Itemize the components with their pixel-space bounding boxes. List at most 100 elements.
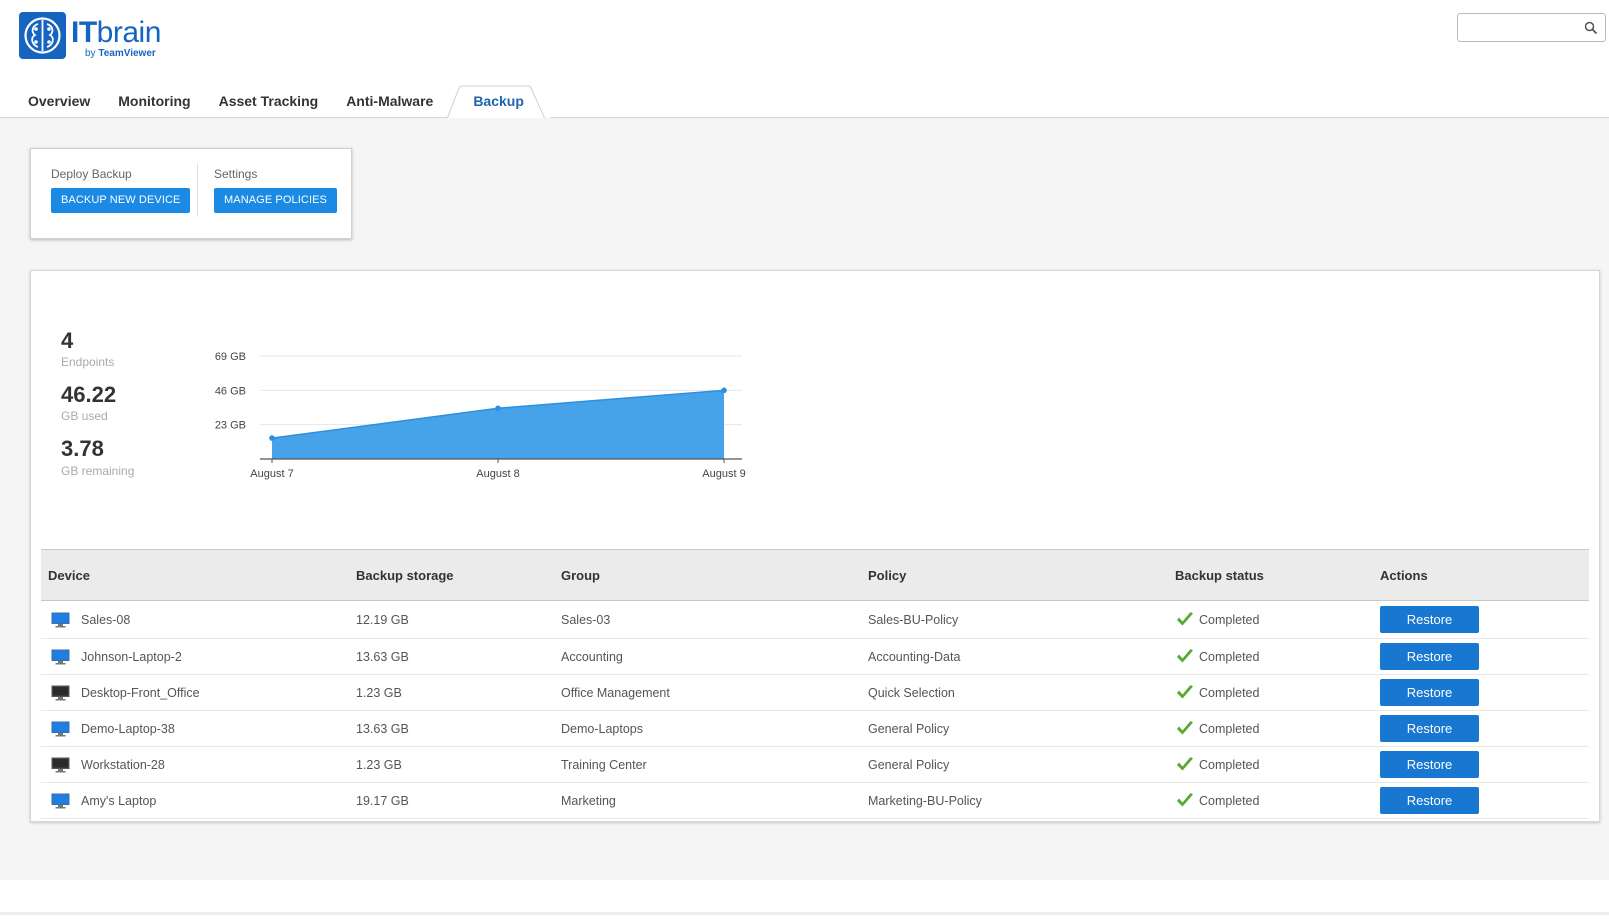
cell-group: Office Management	[554, 674, 861, 711]
status-text: Completed	[1199, 612, 1260, 627]
cell-group: Accounting	[554, 638, 861, 675]
cell-actions: Restore	[1373, 746, 1589, 783]
backup-stats: 4 Endpoints 46.22 GB used 3.78 GB remain…	[61, 328, 135, 492]
table-row[interactable]: Sales-08 12.19 GB Sales-03 Sales-BU-Policy C…	[41, 600, 1589, 639]
manage-policies-button[interactable]: MANAGE POLICIES	[214, 188, 337, 213]
device-name[interactable]: Sales-08	[81, 613, 130, 627]
checkmark-icon	[1176, 757, 1194, 772]
main-tabs: Overview Monitoring Asset Tracking Anti-…	[14, 85, 550, 119]
table-row[interactable]: Workstation-28 1.23 GB Training Center Gene…	[41, 746, 1589, 783]
cell-actions: Restore	[1373, 674, 1589, 711]
cell-policy: Quick Selection	[861, 674, 1168, 711]
stat-value: 4	[61, 328, 74, 353]
monitor-dark-icon	[51, 757, 70, 773]
column-header-device[interactable]: Device	[41, 550, 349, 601]
status-text: Completed	[1199, 757, 1260, 772]
restore-button[interactable]: Restore	[1380, 679, 1479, 706]
status-text: Completed	[1199, 649, 1260, 664]
cell-group: Marketing	[554, 782, 861, 819]
device-name[interactable]: Amy's Laptop	[81, 794, 156, 808]
monitor-blue-icon	[51, 793, 70, 809]
checkmark-icon	[1176, 612, 1194, 627]
cell-policy: Accounting-Data	[861, 638, 1168, 675]
cell-device: Desktop-Front_Office	[41, 674, 349, 711]
cell-policy: Sales-BU-Policy	[861, 600, 1168, 639]
chart-data-point[interactable]	[721, 387, 727, 394]
monitor-blue-icon	[51, 721, 70, 737]
stat-label: Endpoints	[61, 355, 115, 370]
cell-backup-status: Completed	[1168, 710, 1373, 747]
chart-data-point[interactable]	[495, 405, 501, 412]
tab-overview[interactable]: Overview	[14, 85, 104, 118]
checkmark-icon	[1176, 793, 1194, 808]
stat-gb-used: 46.22 GB used	[61, 382, 134, 423]
stat-label: GB remaining	[61, 463, 135, 478]
itbrain-logo[interactable]: ITbrain by TeamViewer	[19, 12, 161, 59]
cell-backup-storage: 1.23 GB	[349, 746, 554, 783]
cell-backup-storage: 13.63 GB	[349, 710, 554, 747]
tab-backup[interactable]: Backup	[447, 85, 550, 119]
table-row[interactable]: Desktop-Front_Office 1.23 GB Office Manage…	[41, 674, 1589, 711]
status-text: Completed	[1199, 685, 1260, 700]
x-tick-label: August 9	[702, 468, 745, 480]
device-name[interactable]: Johnson-Laptop-2	[81, 650, 182, 664]
restore-button[interactable]: Restore	[1380, 751, 1479, 778]
column-header-backup-status[interactable]: Backup status	[1168, 550, 1373, 601]
y-tick-label: 69 GB	[215, 351, 246, 363]
x-tick-label: August 8	[476, 468, 519, 480]
cell-backup-status: Completed	[1168, 600, 1373, 639]
cell-actions: Restore	[1373, 600, 1589, 639]
cell-backup-storage: 13.63 GB	[349, 638, 554, 675]
status-text: Completed	[1199, 793, 1260, 808]
backup-new-device-button[interactable]: BACKUP NEW DEVICE	[51, 188, 191, 213]
cell-backup-storage: 19.17 GB	[349, 782, 554, 819]
cell-device: Demo-Laptop-38	[41, 710, 349, 747]
tab-anti-malware[interactable]: Anti-Malware	[332, 85, 447, 118]
table-row[interactable]: Demo-Laptop-38 13.63 GB Demo-Laptops Genera…	[41, 710, 1589, 747]
app-header: ITbrain by TeamViewer Overview Monitorin…	[0, 0, 1609, 119]
restore-button[interactable]: Restore	[1380, 715, 1479, 742]
settings-label: Settings	[214, 167, 258, 181]
device-name[interactable]: Workstation-28	[81, 758, 165, 772]
devices-table: Device Backup storage Group Policy Backu…	[41, 549, 1589, 819]
cell-backup-status: Completed	[1168, 746, 1373, 783]
column-header-group[interactable]: Group	[554, 550, 861, 601]
column-header-backup-storage[interactable]: Backup storage	[349, 550, 554, 601]
cell-device: Johnson-Laptop-2	[41, 638, 349, 675]
stat-endpoints: 4 Endpoints	[61, 328, 134, 370]
restore-button[interactable]: Restore	[1380, 643, 1479, 670]
brain-logo-icon	[19, 12, 66, 59]
cell-backup-status: Completed	[1168, 674, 1373, 711]
stat-gb-remaining: 3.78 GB remaining	[61, 437, 135, 478]
settings-group: Settings MANAGE POLICIES	[214, 167, 337, 213]
chart-data-point[interactable]	[269, 435, 275, 441]
tab-monitoring[interactable]: Monitoring	[104, 85, 204, 118]
backup-actions-card: Deploy Backup BACKUP NEW DEVICE Settings…	[30, 148, 352, 239]
status-text: Completed	[1199, 721, 1260, 736]
cell-policy: General Policy	[861, 710, 1168, 747]
device-name[interactable]: Desktop-Front_Office	[81, 686, 200, 700]
cell-group: Training Center	[554, 746, 861, 783]
cell-backup-storage: 12.19 GB	[349, 600, 554, 639]
cell-policy: Marketing-BU-Policy	[861, 782, 1168, 819]
column-header-policy[interactable]: Policy	[861, 550, 1168, 601]
search-icon[interactable]	[1584, 21, 1598, 35]
device-name[interactable]: Demo-Laptop-38	[81, 722, 175, 736]
tab-asset-tracking[interactable]: Asset Tracking	[205, 85, 333, 118]
restore-button[interactable]: Restore	[1380, 787, 1479, 814]
cell-device: Sales-08	[41, 600, 349, 639]
table-row[interactable]: Amy's Laptop 19.17 GB Marketing Marketing-B…	[41, 782, 1589, 819]
footer-divider	[0, 912, 1609, 915]
cell-actions: Restore	[1373, 782, 1589, 819]
y-tick-label: 23 GB	[215, 420, 246, 432]
backup-overview-panel: 4 Endpoints 46.22 GB used 3.78 GB remain…	[30, 270, 1600, 822]
backup-content: Deploy Backup BACKUP NEW DEVICE Settings…	[0, 118, 1609, 880]
brand-name: ITbrain	[71, 16, 161, 49]
restore-button[interactable]: Restore	[1380, 606, 1479, 633]
cell-group: Sales-03	[554, 600, 861, 639]
cell-actions: Restore	[1373, 710, 1589, 747]
search-input[interactable]	[1464, 14, 1582, 41]
search-box[interactable]	[1457, 13, 1606, 42]
cell-policy: General Policy	[861, 746, 1168, 783]
table-row[interactable]: Johnson-Laptop-2 13.63 GB Accounting Accoun…	[41, 638, 1589, 675]
